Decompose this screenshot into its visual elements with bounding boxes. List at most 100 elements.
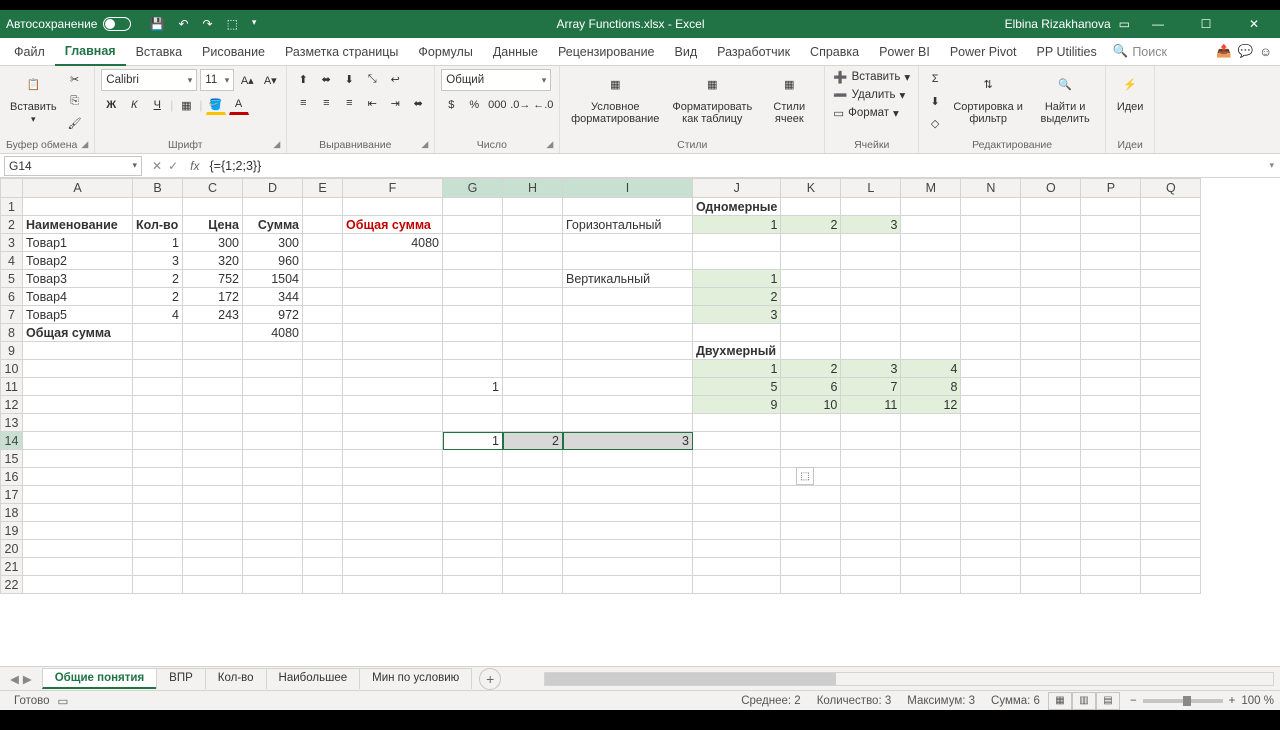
cell-D8[interactable]: 4080 xyxy=(243,324,303,342)
cell-C21[interactable] xyxy=(183,558,243,576)
column-header-N[interactable]: N xyxy=(961,179,1021,198)
cell-C18[interactable] xyxy=(183,504,243,522)
cell-F17[interactable] xyxy=(343,486,443,504)
cell-Q6[interactable] xyxy=(1141,288,1201,306)
ribbon-options-icon[interactable]: ▭ xyxy=(1119,17,1130,31)
cell-E2[interactable] xyxy=(303,216,343,234)
cell-K11[interactable]: 6 xyxy=(781,378,841,396)
cell-M3[interactable] xyxy=(901,234,961,252)
cell-B2[interactable]: Кол-во xyxy=(133,216,183,234)
cell-I10[interactable] xyxy=(563,360,693,378)
row-header-14[interactable]: 14 xyxy=(1,432,23,450)
cell-L13[interactable] xyxy=(841,414,901,432)
cell-H4[interactable] xyxy=(503,252,563,270)
cell-E7[interactable] xyxy=(303,306,343,324)
cell-K12[interactable]: 10 xyxy=(781,396,841,414)
cell-H16[interactable] xyxy=(503,468,563,486)
tab-insert[interactable]: Вставка xyxy=(126,38,192,66)
cell-D5[interactable]: 1504 xyxy=(243,270,303,288)
cell-G21[interactable] xyxy=(443,558,503,576)
undo-icon[interactable]: ↶ xyxy=(178,17,188,31)
cell-O15[interactable] xyxy=(1021,450,1081,468)
cell-A19[interactable] xyxy=(23,522,133,540)
tab-view[interactable]: Вид xyxy=(665,38,708,66)
cell-O19[interactable] xyxy=(1021,522,1081,540)
cell-E19[interactable] xyxy=(303,522,343,540)
cell-A1[interactable] xyxy=(23,198,133,216)
cell-A6[interactable]: Товар4 xyxy=(23,288,133,306)
row-header-17[interactable]: 17 xyxy=(1,486,23,504)
cell-J16[interactable] xyxy=(693,468,781,486)
page-break-view-icon[interactable]: ▤ xyxy=(1096,692,1120,710)
align-middle-icon[interactable]: ⬌ xyxy=(316,69,336,89)
cell-C7[interactable]: 243 xyxy=(183,306,243,324)
cell-B20[interactable] xyxy=(133,540,183,558)
column-header-M[interactable]: M xyxy=(901,179,961,198)
cell-P15[interactable] xyxy=(1081,450,1141,468)
cell-L19[interactable] xyxy=(841,522,901,540)
row-header-5[interactable]: 5 xyxy=(1,270,23,288)
row-header-4[interactable]: 4 xyxy=(1,252,23,270)
cell-A21[interactable] xyxy=(23,558,133,576)
insert-cells-button[interactable]: ➕Вставить ▾ xyxy=(831,69,912,85)
column-header-A[interactable]: A xyxy=(23,179,133,198)
cell-J10[interactable]: 1 xyxy=(693,360,781,378)
cell-H13[interactable] xyxy=(503,414,563,432)
paste-button[interactable]: 📋 Вставить ▾ xyxy=(6,69,61,127)
autosum-icon[interactable]: Σ xyxy=(925,69,945,89)
cell-D11[interactable] xyxy=(243,378,303,396)
cell-I22[interactable] xyxy=(563,576,693,594)
cell-F1[interactable] xyxy=(343,198,443,216)
column-header-Q[interactable]: Q xyxy=(1141,179,1201,198)
increase-decimal-icon[interactable]: .0→ xyxy=(510,95,530,115)
cell-O17[interactable] xyxy=(1021,486,1081,504)
fill-color-icon[interactable]: 🪣 xyxy=(206,95,226,115)
cell-P1[interactable] xyxy=(1081,198,1141,216)
cell-F13[interactable] xyxy=(343,414,443,432)
cell-M17[interactable] xyxy=(901,486,961,504)
cell-N13[interactable] xyxy=(961,414,1021,432)
tab-review[interactable]: Рецензирование xyxy=(548,38,665,66)
cell-D1[interactable] xyxy=(243,198,303,216)
cell-G3[interactable] xyxy=(443,234,503,252)
cell-D2[interactable]: Сумма xyxy=(243,216,303,234)
cell-A10[interactable] xyxy=(23,360,133,378)
cell-I20[interactable] xyxy=(563,540,693,558)
cell-P5[interactable] xyxy=(1081,270,1141,288)
cell-J5[interactable]: 1 xyxy=(693,270,781,288)
cell-F4[interactable] xyxy=(343,252,443,270)
cell-J4[interactable] xyxy=(693,252,781,270)
cell-I5[interactable]: Вертикальный xyxy=(563,270,693,288)
cell-G12[interactable] xyxy=(443,396,503,414)
cell-P22[interactable] xyxy=(1081,576,1141,594)
tab-help[interactable]: Справка xyxy=(800,38,869,66)
number-format-combo[interactable]: Общий▾ xyxy=(441,69,551,91)
cell-C3[interactable]: 300 xyxy=(183,234,243,252)
cell-K15[interactable] xyxy=(781,450,841,468)
cell-L11[interactable]: 7 xyxy=(841,378,901,396)
align-center-icon[interactable]: ≡ xyxy=(316,93,336,113)
cell-F2[interactable]: Общая сумма xyxy=(343,216,443,234)
name-box[interactable]: G14▾ xyxy=(4,156,142,176)
cell-K20[interactable] xyxy=(781,540,841,558)
cell-B10[interactable] xyxy=(133,360,183,378)
row-header-18[interactable]: 18 xyxy=(1,504,23,522)
cell-A22[interactable] xyxy=(23,576,133,594)
cell-P11[interactable] xyxy=(1081,378,1141,396)
cell-L3[interactable] xyxy=(841,234,901,252)
cell-B5[interactable]: 2 xyxy=(133,270,183,288)
cell-M1[interactable] xyxy=(901,198,961,216)
cell-I21[interactable] xyxy=(563,558,693,576)
cell-G16[interactable] xyxy=(443,468,503,486)
cell-P18[interactable] xyxy=(1081,504,1141,522)
decrease-indent-icon[interactable]: ⇤ xyxy=(362,93,382,113)
cell-H10[interactable] xyxy=(503,360,563,378)
cell-N2[interactable] xyxy=(961,216,1021,234)
cell-L9[interactable] xyxy=(841,342,901,360)
cell-K2[interactable]: 2 xyxy=(781,216,841,234)
decrease-font-icon[interactable]: A▾ xyxy=(260,70,280,90)
cell-M4[interactable] xyxy=(901,252,961,270)
cell-L2[interactable]: 3 xyxy=(841,216,901,234)
cell-K21[interactable] xyxy=(781,558,841,576)
horizontal-scrollbar[interactable] xyxy=(544,672,1274,686)
